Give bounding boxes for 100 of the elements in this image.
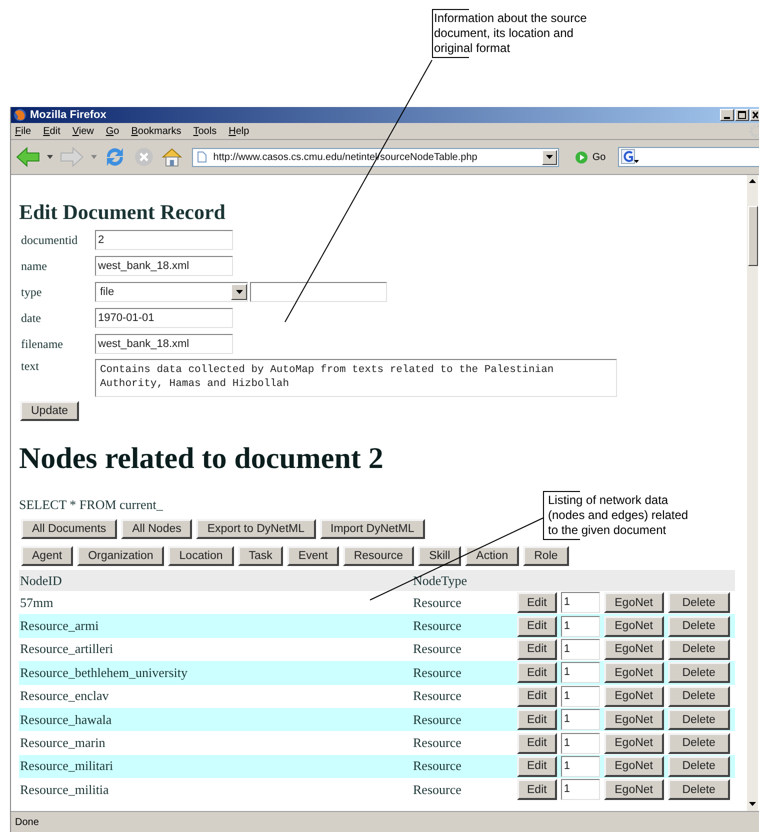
menu-item[interactable]: Help: [228, 126, 250, 136]
query-text: SELECT * FROM current_: [19, 497, 163, 513]
table-cell-text: Resource_militia: [19, 782, 110, 798]
filter-button[interactable]: Organization: [77, 546, 164, 566]
input-field[interactable]: west_bank_18.xml: [95, 334, 233, 354]
dropdown-button[interactable]: [542, 150, 558, 164]
search-field[interactable]: [618, 147, 759, 167]
egonet-button[interactable]: EgoNet: [604, 686, 664, 707]
input-field[interactable]: 1: [560, 779, 600, 800]
delete-button[interactable]: Delete: [668, 616, 730, 637]
filter-button[interactable]: Event: [287, 546, 339, 566]
edit-button[interactable]: Edit: [517, 779, 557, 800]
table-cell-text: Resource: [413, 712, 462, 728]
input-field[interactable]: 2: [95, 230, 233, 250]
input-field[interactable]: 1970-01-01: [95, 308, 233, 328]
table-cell-text: Resource: [413, 735, 462, 752]
filter-button[interactable]: Role: [523, 546, 569, 566]
edit-button[interactable]: Edit: [517, 709, 557, 730]
filter-button[interactable]: Task: [238, 546, 284, 566]
edit-button[interactable]: Edit: [517, 616, 557, 637]
filter-button[interactable]: Agent: [21, 546, 74, 566]
filter-button[interactable]: Action: [465, 546, 520, 566]
maximize-icon: [738, 111, 746, 119]
egonet-button[interactable]: EgoNet: [604, 662, 664, 684]
delete-button[interactable]: Delete: [668, 709, 730, 730]
input-field[interactable]: 1: [560, 732, 600, 754]
maximize-button[interactable]: [735, 109, 749, 121]
down-arrow-icon[interactable]: [749, 802, 756, 807]
column-header: NodeID: [19, 572, 63, 588]
table-cell-text: Resource_armi: [19, 618, 100, 634]
menu-item[interactable]: Go: [106, 126, 120, 136]
edit-button[interactable]: Edit: [517, 662, 557, 684]
table-cell-text: Resource_marin: [19, 735, 106, 752]
delete-button[interactable]: Delete: [668, 662, 730, 684]
table-cell-text: Resource: [413, 758, 462, 774]
nav-button[interactable]: Import DyNetML: [320, 519, 426, 539]
input-field[interactable]: west_bank_18.xml: [95, 256, 233, 276]
input-field[interactable]: 1: [560, 686, 600, 707]
select-field[interactable]: file: [95, 282, 248, 302]
egonet-button[interactable]: EgoNet: [604, 779, 664, 800]
egonet-button[interactable]: EgoNet: [604, 638, 664, 660]
nav-button[interactable]: All Documents: [21, 519, 118, 539]
input-field[interactable]: 1: [560, 616, 600, 637]
field-label: date: [20, 310, 42, 326]
delete-button[interactable]: Delete: [668, 756, 730, 777]
table-cell-text: Resource: [413, 782, 462, 798]
input-field[interactable]: 1: [560, 638, 600, 660]
edit-button[interactable]: Edit: [517, 592, 557, 614]
minimize-button[interactable]: [720, 109, 734, 121]
field-label: type: [20, 284, 43, 300]
filter-button[interactable]: Location: [168, 546, 234, 566]
back-arrow-icon[interactable]: [15, 146, 41, 168]
up-arrow-icon[interactable]: [749, 179, 756, 184]
column-header: NodeType: [413, 572, 468, 588]
fox-globe-icon: [13, 108, 27, 122]
table-cell-text: Resource: [413, 594, 462, 611]
page-heading: Edit Document Record: [19, 200, 226, 224]
nav-button[interactable]: Export to DyNetML: [196, 519, 316, 539]
callout-text: Listing of network data (nodes and edges) related to the given document: [548, 493, 690, 538]
menu-item[interactable]: Edit: [43, 126, 60, 136]
menu-item[interactable]: Tools: [193, 126, 217, 136]
egonet-button[interactable]: EgoNet: [604, 709, 664, 730]
menu-item[interactable]: Bookmarks: [131, 126, 182, 136]
text-area[interactable]: Contains data collected by AutoMap from texts related to the Palestinian Authority, Hamas and Hizbollah: [95, 359, 617, 397]
delete-button[interactable]: Delete: [668, 732, 730, 754]
input-field[interactable]: [250, 282, 387, 302]
input-field[interactable]: 1: [560, 709, 600, 730]
update-button[interactable]: Update: [20, 401, 80, 421]
page-icon: [197, 151, 208, 163]
input-field[interactable]: 1: [560, 592, 600, 614]
nav-button[interactable]: All Nodes: [121, 519, 192, 539]
table-cell-text: Resource_bethlehem_university: [19, 664, 189, 681]
edit-button[interactable]: Edit: [517, 638, 557, 660]
delete-button[interactable]: Delete: [668, 592, 730, 614]
filter-button[interactable]: Resource: [342, 546, 414, 566]
table-cell-text: Resource_enclav: [19, 688, 110, 704]
dropdown-icon[interactable]: [46, 154, 53, 160]
scrollbar[interactable]: [747, 175, 758, 811]
field-label: filename: [20, 336, 64, 352]
delete-button[interactable]: Delete: [668, 779, 730, 800]
input-field[interactable]: 1: [560, 662, 600, 684]
scroll-thumb[interactable]: [748, 206, 758, 266]
go-button[interactable]: Go: [575, 150, 606, 164]
caret-icon: [236, 290, 242, 294]
egonet-button[interactable]: EgoNet: [604, 616, 664, 637]
egonet-button[interactable]: EgoNet: [604, 732, 664, 754]
home-icon[interactable]: [160, 146, 184, 168]
close-button[interactable]: [750, 109, 759, 121]
menu-item[interactable]: File: [15, 126, 32, 136]
filter-button[interactable]: Skill: [418, 546, 462, 566]
egonet-button[interactable]: EgoNet: [604, 756, 664, 777]
edit-button[interactable]: Edit: [517, 756, 557, 777]
input-field[interactable]: 1: [560, 756, 600, 777]
delete-button[interactable]: Delete: [668, 638, 730, 660]
egonet-button[interactable]: EgoNet: [604, 592, 664, 614]
delete-button[interactable]: Delete: [668, 686, 730, 707]
caret-icon: [546, 154, 554, 160]
edit-button[interactable]: Edit: [517, 686, 557, 707]
edit-button[interactable]: Edit: [517, 732, 557, 754]
menu-item[interactable]: View: [72, 126, 94, 136]
